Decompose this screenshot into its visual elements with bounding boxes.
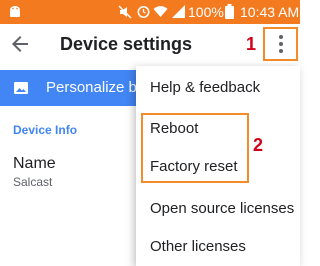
back-arrow-icon[interactable] xyxy=(8,32,32,56)
section-header-device-info: Device Info xyxy=(13,123,78,137)
alarm-icon xyxy=(137,6,150,18)
battery-icon xyxy=(225,4,234,19)
android-icon xyxy=(10,6,20,17)
mute-icon xyxy=(118,5,132,19)
clock: 10:43 AM xyxy=(240,4,300,20)
annotation-number-1: 1 xyxy=(246,34,257,54)
annotation-box-reboot-reset xyxy=(141,113,249,183)
wallpaper-icon xyxy=(14,82,28,94)
menu-item-help-feedback[interactable]: Help & feedback xyxy=(150,79,260,96)
menu-item-other-licenses[interactable]: Other licenses xyxy=(150,238,246,255)
name-value: Salcast xyxy=(13,175,53,189)
annotation-number-2: 2 xyxy=(253,135,264,155)
battery-percentage: 100% xyxy=(188,4,224,20)
overflow-menu-icon[interactable] xyxy=(279,35,283,55)
status-bar: 100% 10:43 AM xyxy=(0,0,300,24)
annotation-box-menu xyxy=(263,27,298,61)
wifi-icon xyxy=(153,6,168,17)
menu-item-open-source-licenses[interactable]: Open source licenses xyxy=(150,200,294,217)
page-title: Device settings xyxy=(60,34,193,54)
name-label[interactable]: Name xyxy=(13,155,56,173)
signal-icon xyxy=(172,5,185,18)
app-bar: Device settings 1 xyxy=(0,24,300,66)
